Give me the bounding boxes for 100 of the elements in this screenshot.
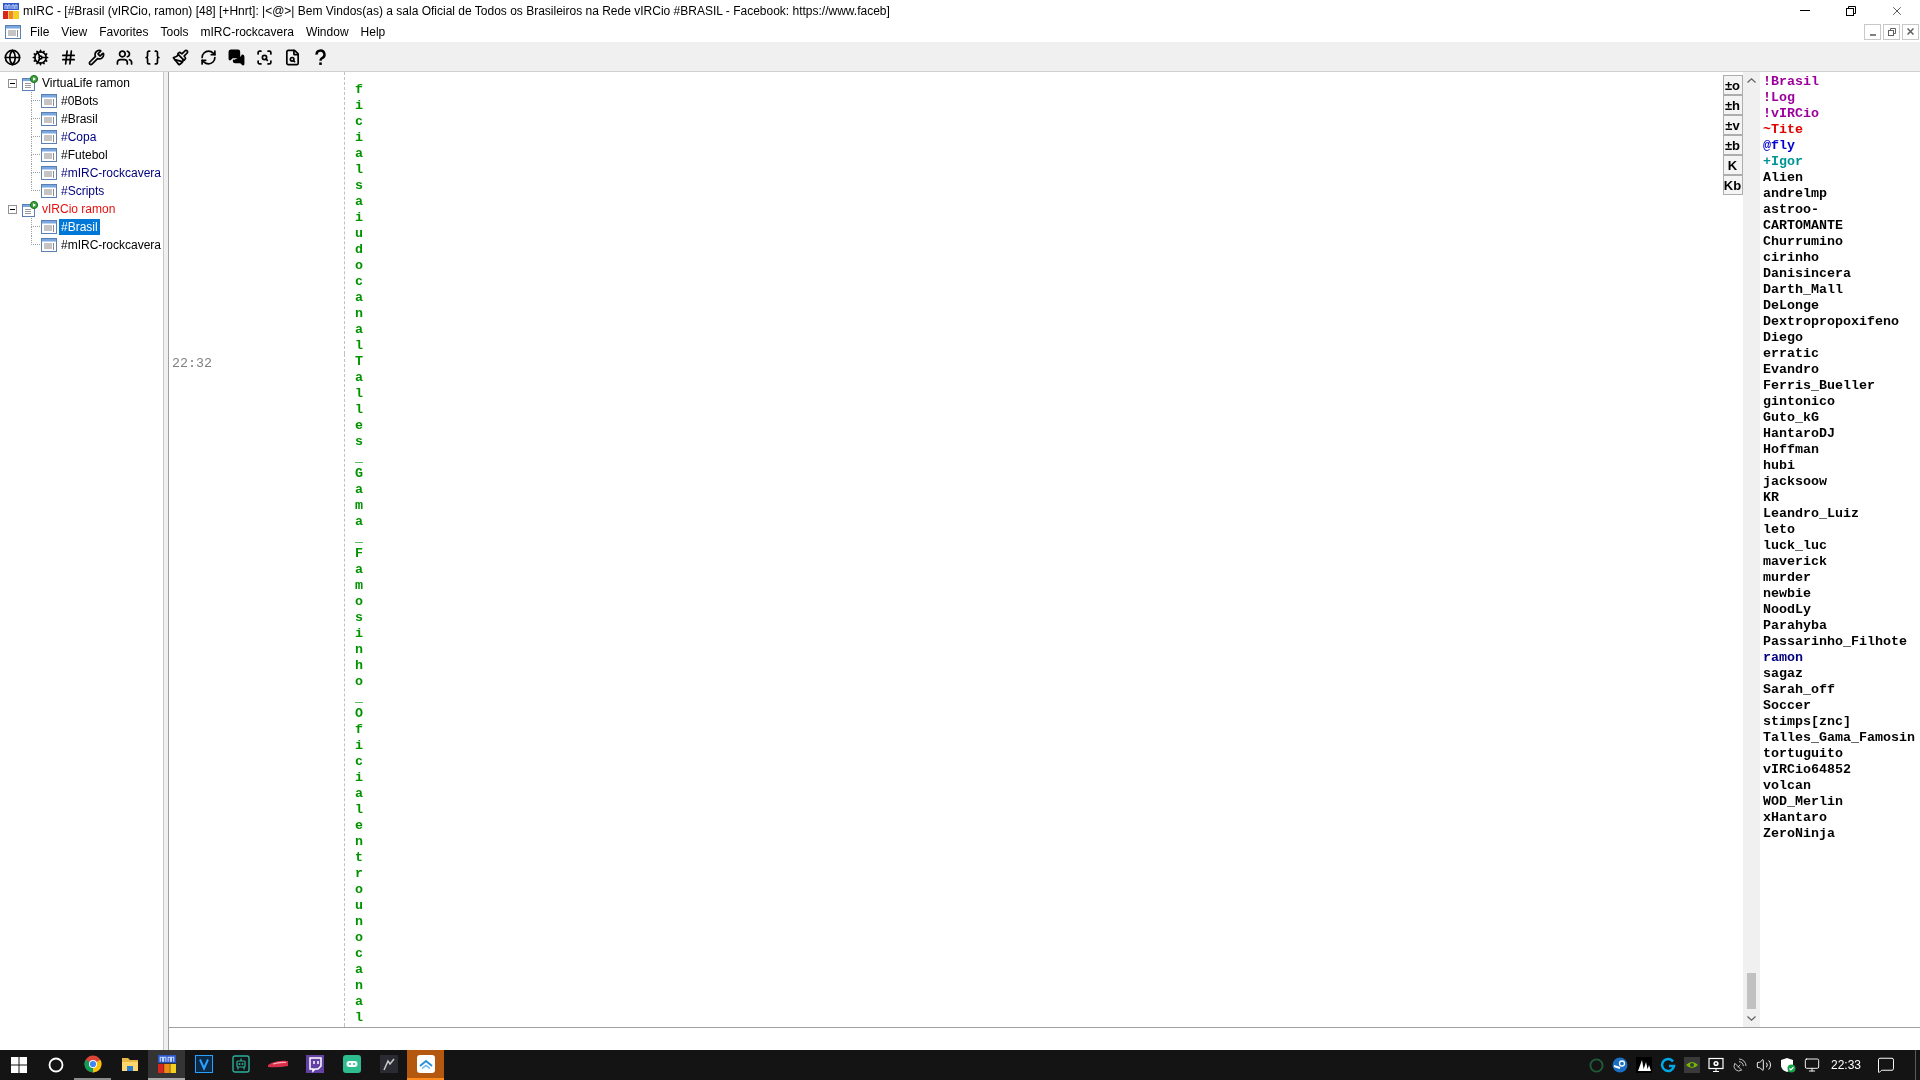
nick[interactable]: Soccer: [1763, 698, 1920, 714]
wrench-icon[interactable]: [88, 49, 105, 66]
frame-search-icon[interactable]: [256, 49, 273, 66]
nick[interactable]: Dextropropoxifeno: [1763, 314, 1920, 330]
menu-item[interactable]: Favorites: [93, 22, 155, 41]
menu-item[interactable]: Tools: [154, 22, 195, 41]
nick[interactable]: !Brasil: [1763, 74, 1920, 90]
menu-item[interactable]: mIRC-rockcavera: [194, 22, 300, 41]
nick[interactable]: ramon: [1763, 650, 1920, 666]
nick[interactable]: gintonico: [1763, 394, 1920, 410]
taskbar-app-button[interactable]: [148, 1050, 185, 1080]
scrollbar-thumb[interactable]: [1747, 973, 1756, 1009]
nick[interactable]: ZeroNinja: [1763, 826, 1920, 842]
nick[interactable]: HantaroDJ: [1763, 426, 1920, 442]
menu-item[interactable]: Help: [354, 22, 392, 41]
globe-icon[interactable]: [4, 49, 21, 66]
menu-item[interactable]: Window: [299, 22, 355, 41]
windows-logo-icon[interactable]: [10, 1057, 27, 1073]
circular-arrows-icon[interactable]: [200, 49, 217, 66]
monitor-gear-icon[interactable]: [1708, 1057, 1724, 1073]
nick[interactable]: Evandro: [1763, 362, 1920, 378]
shield-check-icon[interactable]: [1780, 1057, 1796, 1073]
nick[interactable]: leto: [1763, 522, 1920, 538]
eye-icon[interactable]: [1684, 1057, 1700, 1073]
dish-icon[interactable]: [1732, 1057, 1748, 1073]
nick[interactable]: sagaz: [1763, 666, 1920, 682]
tree-item[interactable]: #Brasil: [59, 219, 100, 235]
file-search-icon[interactable]: [284, 49, 301, 66]
arc-icon[interactable]: [1660, 1057, 1676, 1073]
nick[interactable]: !vIRCio: [1763, 106, 1920, 122]
menu-item[interactable]: File: [24, 22, 56, 41]
monitor-icon[interactable]: [1804, 1057, 1820, 1073]
nick[interactable]: stimps[znc]: [1763, 714, 1920, 730]
mode-button[interactable]: ±o: [1722, 75, 1743, 95]
nick[interactable]: Passarinho_Filhote: [1763, 634, 1920, 650]
nick[interactable]: luck_luc: [1763, 538, 1920, 554]
help-icon[interactable]: [312, 49, 329, 66]
nick[interactable]: newbie: [1763, 586, 1920, 602]
child-close-button[interactable]: [1902, 23, 1919, 40]
nick[interactable]: vIRCio64852: [1763, 762, 1920, 778]
sails-icon[interactable]: [1636, 1057, 1652, 1073]
tree-item[interactable]: #Brasil: [59, 111, 100, 127]
notifications-icon[interactable]: [1877, 1056, 1895, 1074]
nick[interactable]: Hoffman: [1763, 442, 1920, 458]
nick[interactable]: Ferris_Bueller: [1763, 378, 1920, 394]
speech-bubbles-icon[interactable]: [228, 49, 245, 66]
nick[interactable]: astroo-: [1763, 202, 1920, 218]
menu-item[interactable]: View: [55, 22, 94, 41]
scroll-down-icon[interactable]: [1747, 1016, 1756, 1021]
nick[interactable]: hubi: [1763, 458, 1920, 474]
nick[interactable]: Churrumino: [1763, 234, 1920, 250]
nick[interactable]: NoodLy: [1763, 602, 1920, 618]
nick[interactable]: cirinho: [1763, 250, 1920, 266]
nick[interactable]: andrelmp: [1763, 186, 1920, 202]
tree-item[interactable]: #0Bots: [59, 93, 101, 109]
nick[interactable]: Darth_Mall: [1763, 282, 1920, 298]
nick[interactable]: Talles_Gama_Famosin: [1763, 730, 1920, 746]
scroll-up-icon[interactable]: [1747, 78, 1756, 83]
settings-icon[interactable]: [32, 49, 49, 66]
tree-item[interactable]: #Scripts: [59, 183, 107, 199]
people-icon[interactable]: [116, 49, 133, 66]
nick[interactable]: volcan: [1763, 778, 1920, 794]
nick[interactable]: jacksoow: [1763, 474, 1920, 490]
tree-item[interactable]: VirtuaLife ramon: [40, 75, 132, 91]
nick[interactable]: maverick: [1763, 554, 1920, 570]
mode-button[interactable]: Kb: [1722, 175, 1743, 195]
mode-button[interactable]: ±h: [1722, 95, 1743, 115]
mode-button[interactable]: K: [1722, 155, 1743, 175]
expander-icon[interactable]: [8, 204, 17, 214]
tree-item[interactable]: #Copa: [59, 129, 99, 145]
nick[interactable]: Parahyba: [1763, 618, 1920, 634]
nick[interactable]: erratic: [1763, 346, 1920, 362]
nick[interactable]: Leandro_Luiz: [1763, 506, 1920, 522]
mode-button[interactable]: ±b: [1722, 135, 1743, 155]
nick[interactable]: Danisincera: [1763, 266, 1920, 282]
nick[interactable]: DeLonge: [1763, 298, 1920, 314]
nick[interactable]: Guto_kG: [1763, 410, 1920, 426]
clock[interactable]: 22:33: [1824, 1056, 1868, 1074]
braces-icon[interactable]: [144, 49, 161, 66]
tree-item[interactable]: #Futebol: [59, 147, 110, 163]
paintbrush-icon[interactable]: [172, 49, 189, 66]
nick[interactable]: murder: [1763, 570, 1920, 586]
nick[interactable]: tortuguito: [1763, 746, 1920, 762]
tree-item[interactable]: #mIRC-rockcavera: [59, 237, 163, 253]
nick[interactable]: +Igor: [1763, 154, 1920, 170]
mode-button[interactable]: ±v: [1722, 115, 1743, 135]
disc-icon[interactable]: [1612, 1057, 1628, 1073]
hash-icon[interactable]: [60, 49, 77, 66]
tree-item[interactable]: #mIRC-rockcavera: [59, 165, 163, 181]
child-minimize-button[interactable]: [1864, 23, 1881, 40]
expander-icon[interactable]: [8, 78, 17, 88]
nick[interactable]: @fly: [1763, 138, 1920, 154]
volume-icon[interactable]: [1756, 1057, 1772, 1073]
nick[interactable]: Diego: [1763, 330, 1920, 346]
nick[interactable]: !Log: [1763, 90, 1920, 106]
nick[interactable]: WOD_Merlin: [1763, 794, 1920, 810]
nick[interactable]: KR: [1763, 490, 1920, 506]
search-icon[interactable]: [47, 1057, 64, 1073]
message-input[interactable]: [168, 1027, 1920, 1050]
nick[interactable]: Sarah_off: [1763, 682, 1920, 698]
